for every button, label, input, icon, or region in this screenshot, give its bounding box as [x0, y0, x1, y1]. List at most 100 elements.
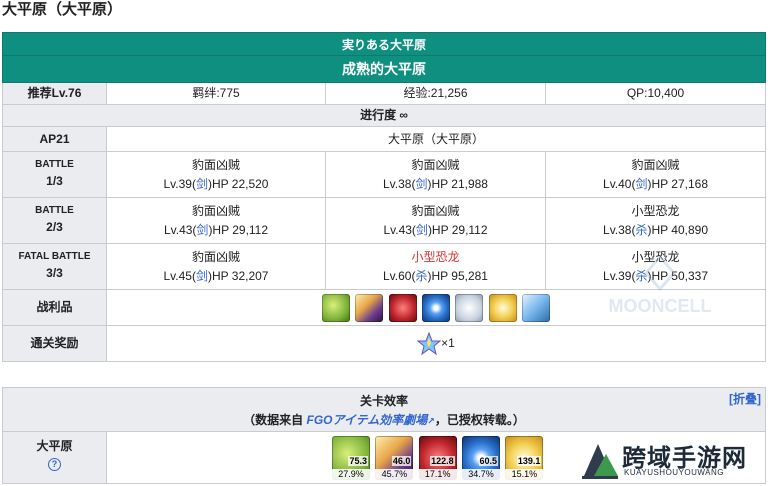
enemy-cell: 豹面凶贼 Lv.43(剑)HP 29,112	[106, 197, 326, 244]
efficiency-header: 关卡效率 （数据来自 FGOアイテム効率劇場↗，已授权转载。） [折叠]	[2, 387, 766, 432]
drops-list	[105, 289, 767, 326]
enemy-hp: )HP 29,112	[427, 223, 488, 237]
drops-label: 战利品	[2, 289, 107, 326]
blue-orb-icon[interactable]	[422, 293, 450, 322]
enemy-cell: 豹面凶贼 Lv.38(剑)HP 21,988	[325, 151, 546, 198]
enemy-class[interactable]: 剑	[416, 223, 428, 237]
site-logo-subtext: KUAYUSHOUYOUWANG	[624, 468, 725, 477]
enemy-cell: 小型恐龙 Lv.38(杀)HP 40,890	[544, 197, 767, 244]
blue-orb-icon[interactable]: 60.5 34.7%	[462, 435, 501, 480]
enemy-class[interactable]: 剑	[196, 223, 208, 237]
blue-crystal-icon[interactable]	[522, 293, 551, 322]
enemy-class[interactable]: 剑	[196, 269, 208, 283]
enemy-name[interactable]: 豹面凶贼	[107, 247, 325, 267]
enemy-hp: )HP 40,890	[647, 223, 709, 237]
collapse-button[interactable]: [折叠]	[729, 390, 761, 407]
external-link-icon: ↗	[427, 415, 435, 426]
efficiency-percent: 15.1%	[505, 468, 544, 480]
purple-claw-icon[interactable]: 46.0 45.7%	[375, 435, 414, 480]
enemy-level: Lv.60(	[383, 269, 416, 283]
enemy-name[interactable]: 豹面凶贼	[546, 155, 765, 175]
enemy-class[interactable]: 剑	[415, 177, 427, 191]
enemy-hp: )HP 50,337	[647, 269, 709, 283]
enemy-level: Lv.38(	[603, 223, 636, 237]
green-seed-icon[interactable]: 75.3 27.9%	[332, 435, 370, 480]
source-link[interactable]: FGOアイテム効率劇場	[306, 413, 427, 427]
efficiency-percent: 34.7%	[462, 468, 501, 480]
page-title: 大平原（大平原）	[2, 1, 123, 18]
enemy-name[interactable]: 豹面凶贼	[326, 201, 545, 221]
enemy-level: Lv.40(	[603, 177, 636, 191]
battle-row: BATTLE 2/3 豹面凶贼 Lv.43(剑)HP 29,112 豹面凶贼 L…	[2, 197, 767, 244]
saint-quartz-icon[interactable]	[417, 331, 442, 356]
enemy-hp: )HP 32,207	[207, 269, 269, 283]
efficiency-percent: 27.9%	[332, 468, 370, 480]
enemy-level: Lv.43(	[163, 223, 197, 237]
qp-value: QP:10,400	[544, 82, 767, 105]
purple-claw-icon[interactable]	[355, 293, 384, 322]
efficiency-percent: 17.1%	[418, 468, 457, 480]
enemy-hp: )HP 27,168	[647, 177, 709, 191]
clear-reward-label: 通关奖励	[2, 325, 107, 362]
enemy-class[interactable]: 剑	[196, 177, 208, 191]
efficiency-value: 46.0	[391, 455, 412, 466]
battle-wave: 1/3	[46, 174, 63, 188]
enemy-level: Lv.39(	[163, 177, 196, 191]
enemy-hp: )HP 22,520	[207, 177, 269, 191]
efficiency-value: 122.8	[430, 455, 455, 466]
gold-shiny-icon[interactable]	[488, 293, 517, 322]
enemy-class[interactable]: 剑	[635, 177, 647, 191]
enemy-cell: 豹面凶贼 Lv.40(剑)HP 27,168	[544, 151, 767, 198]
enemy-class[interactable]: 杀	[635, 223, 647, 237]
enemy-name[interactable]: 豹面凶贼	[326, 155, 545, 175]
enemy-class[interactable]: 杀	[635, 269, 647, 283]
enemy-cell: 豹面凶贼 Lv.39(剑)HP 22,520	[106, 151, 326, 198]
red-gem-icon[interactable]	[388, 293, 417, 322]
enemy-level: Lv.38(	[383, 177, 416, 191]
efficiency-row-label: 大平原 ?	[2, 431, 107, 484]
efficiency-percent: 45.7%	[375, 468, 414, 480]
source-suffix: ，已授权转载。）	[434, 412, 525, 427]
ap-cost: AP21	[2, 126, 107, 152]
enemy-hp: )HP 29,112	[208, 223, 269, 237]
battle-label: FATAL BATTLE	[18, 251, 91, 262]
battle-label: BATTLE	[35, 205, 74, 216]
enemy-hp: )HP 95,281	[427, 269, 488, 283]
progress-label: 进行度 ∞	[1, 104, 767, 127]
efficiency-value: 139.1	[516, 455, 542, 466]
efficiency-title: 关卡效率	[359, 393, 408, 408]
clear-reward-count: ×1	[441, 335, 455, 350]
row-label-text: 大平原	[36, 439, 73, 453]
enemy-cell: 小型恐龙 Lv.39(杀)HP 50,337	[544, 243, 767, 290]
enemy-name[interactable]: 小型恐龙	[326, 247, 545, 267]
enemy-level: Lv.45(	[163, 269, 196, 283]
enemy-level: Lv.39(	[603, 269, 636, 283]
recommend-level: 推荐Lv.76	[2, 82, 107, 105]
exp-value: 经验:21,256	[325, 82, 546, 105]
enemy-name[interactable]: 豹面凶贼	[107, 201, 325, 221]
green-seed-icon[interactable]	[321, 293, 350, 322]
enemy-cell: 豹面凶贼 Lv.43(剑)HP 29,112	[325, 197, 546, 244]
enemy-name[interactable]: 小型恐龙	[546, 247, 765, 267]
battle-row: FATAL BATTLE 3/3 豹面凶贼 Lv.45(剑)HP 32,207 …	[2, 243, 767, 290]
red-gem-icon[interactable]: 122.8 17.1%	[418, 435, 457, 480]
mountain-logo-icon	[582, 444, 618, 479]
site-logo: 跨域手游网 KUAYUSHOUYOUWANG	[580, 436, 774, 486]
enemy-cell: 小型恐龙 Lv.60(杀)HP 95,281	[325, 243, 546, 290]
clear-reward: ×1	[105, 325, 767, 362]
silver-dust-icon[interactable]	[455, 293, 484, 322]
quest-title-cn: 成熟的大平原	[1, 55, 767, 83]
help-icon[interactable]: ?	[48, 458, 61, 471]
gold-shiny-icon[interactable]: 139.1 15.1%	[505, 435, 544, 480]
battle-wave: 2/3	[46, 220, 63, 234]
battle-row: BATTLE 1/3 豹面凶贼 Lv.39(剑)HP 22,520 豹面凶贼 L…	[2, 151, 767, 198]
battle-wave: 3/3	[46, 266, 63, 280]
enemy-name[interactable]: 小型恐龙	[546, 201, 765, 221]
efficiency-value: 60.5	[478, 455, 499, 466]
efficiency-value: 75.3	[348, 455, 368, 466]
quest-title-jp: 実りある大平原	[1, 32, 767, 56]
enemy-class[interactable]: 杀	[415, 269, 427, 283]
enemy-name[interactable]: 豹面凶贼	[107, 155, 325, 175]
battle-label: BATTLE	[35, 159, 74, 170]
location-name: 大平原（大平原）	[105, 126, 767, 152]
